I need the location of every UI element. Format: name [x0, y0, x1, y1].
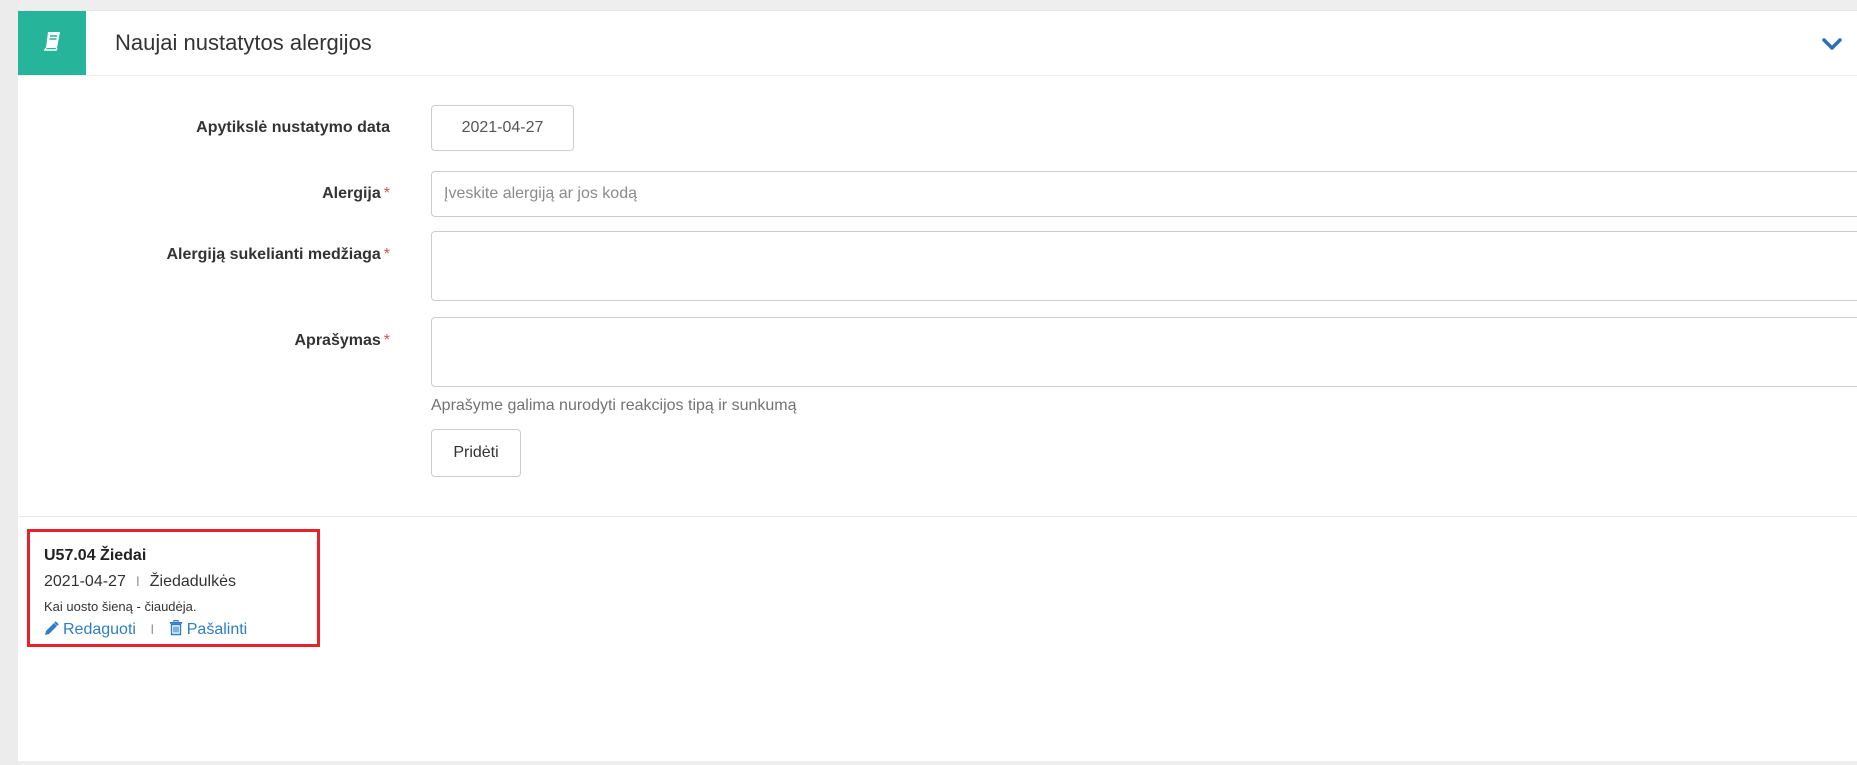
substance-label: Alergiją sukelianti medžiaga *	[166, 246, 390, 263]
left-gutter	[0, 0, 18, 765]
substance-field[interactable]	[431, 231, 1857, 301]
add-button[interactable]: Pridėti	[431, 429, 521, 477]
allergy-search-input[interactable]	[431, 171, 1857, 217]
substance-row: Alergiją sukelianti medžiaga *	[18, 231, 1857, 301]
description-label: Aprašymas *	[294, 332, 390, 349]
entry-substance: Žiedadulkės	[149, 573, 237, 590]
page: Naujai nustatytos alergijos Apytikslė nu…	[0, 0, 1857, 765]
allergies-panel: Naujai nustatytos alergijos Apytikslė nu…	[18, 10, 1857, 761]
edit-link[interactable]: Redaguoti	[44, 621, 140, 638]
panel-icon-box	[18, 11, 86, 75]
entry-separator: I	[135, 573, 140, 589]
description-help-text: Aprašyme galima nurodyti reakcijos tipą …	[431, 397, 797, 414]
date-field[interactable]	[431, 105, 574, 151]
required-mark: *	[383, 185, 390, 202]
required-mark: *	[383, 332, 390, 349]
date-row: Apytikslė nustatymo data	[18, 105, 1857, 151]
date-label: Apytikslė nustatymo data	[196, 119, 390, 136]
divider	[18, 516, 1857, 517]
allergy-entry: U57.04 Žiedai 2021-04-27 I Žiedadulkės Kai…	[27, 529, 320, 647]
panel-header[interactable]: Naujai nustatytos alergijos	[18, 11, 1857, 76]
pencil-icon	[44, 621, 59, 641]
description-row: Aprašymas * Aprašyme galima nurodyti reak…	[18, 317, 1857, 427]
allergy-row: Alergija *	[18, 171, 1857, 217]
remove-link[interactable]: Pašalinti	[164, 619, 247, 641]
chevron-down-icon[interactable]	[1819, 33, 1845, 55]
entry-date: 2021-04-27	[44, 573, 126, 590]
panel-title: Naujai nustatytos alergijos	[115, 30, 372, 55]
entry-description: Kai uosto šieną - čiaudėja.	[44, 599, 197, 614]
required-mark: *	[383, 246, 390, 263]
trash-icon	[169, 619, 183, 641]
entry-meta: 2021-04-27 I Žiedadulkės	[44, 573, 236, 591]
allergy-label: Alergija *	[322, 185, 390, 202]
entry-actions: Redaguoti I Pašalinti	[44, 619, 247, 641]
description-field[interactable]	[431, 317, 1857, 387]
actions-separator: I	[150, 621, 155, 637]
book-icon	[43, 31, 61, 56]
entry-title: U57.04 Žiedai	[44, 547, 147, 564]
